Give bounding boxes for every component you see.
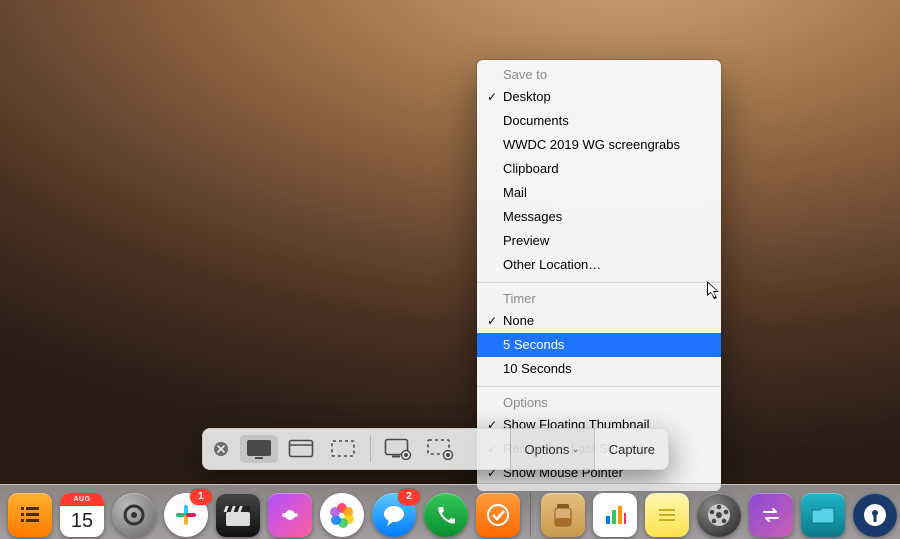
- dock-app-slack[interactable]: 1: [164, 493, 208, 537]
- bar-chart-icon: [602, 502, 628, 528]
- menu-item-preview[interactable]: Preview: [477, 229, 721, 253]
- desktop-wallpaper: Save to ✓Desktop Documents WWDC 2019 WG …: [0, 0, 900, 539]
- menu-section-options: Options: [477, 392, 721, 413]
- screenshot-toolbar: Options⌄ Capture: [202, 428, 669, 470]
- lock-icon: [862, 502, 888, 528]
- capture-window-button[interactable]: [282, 435, 320, 463]
- screen-icon: [246, 439, 272, 459]
- menu-item-mail[interactable]: Mail: [477, 181, 721, 205]
- record-entire-screen-button[interactable]: [379, 435, 417, 463]
- dock-app-permute[interactable]: [749, 493, 793, 537]
- dock-app-calendar[interactable]: AUG15: [60, 493, 104, 537]
- jar-icon: [550, 500, 576, 530]
- capture-entire-screen-button[interactable]: [240, 435, 278, 463]
- badge: 1: [190, 489, 212, 505]
- menu-section-save-to: Save to: [477, 64, 721, 85]
- folder-icon: [809, 503, 837, 527]
- check-icon: [486, 503, 510, 527]
- options-button[interactable]: Options⌄: [510, 428, 594, 470]
- toolbar-separator: [370, 436, 371, 462]
- menu-item-desktop[interactable]: ✓Desktop: [477, 85, 721, 109]
- capture-selection-button[interactable]: [324, 435, 362, 463]
- chevron-down-icon: ⌄: [571, 444, 579, 455]
- clapperboard-icon: [223, 500, 253, 530]
- dock-divider: [530, 493, 531, 537]
- menu-item-timer-10s[interactable]: 10 Seconds: [477, 357, 721, 381]
- close-button[interactable]: [210, 438, 232, 460]
- dock-app-photos[interactable]: [320, 493, 364, 537]
- dock-app-messages[interactable]: 2: [372, 493, 416, 537]
- notes-icon: [654, 502, 680, 528]
- dock-app-quicktime[interactable]: [697, 493, 741, 537]
- dock-app-system-preferences[interactable]: [112, 493, 156, 537]
- calendar-month: AUG: [60, 493, 104, 506]
- swap-icon: [759, 503, 783, 527]
- record-mode-group: [375, 435, 463, 463]
- dock-app-omnioutliner[interactable]: [8, 493, 52, 537]
- dock-app-final-cut[interactable]: [216, 493, 260, 537]
- dock: AUG15 1 2: [0, 481, 900, 537]
- screenshot-options-menu: Save to ✓Desktop Documents WWDC 2019 WG …: [477, 60, 721, 491]
- menu-item-timer-none[interactable]: ✓None: [477, 309, 721, 333]
- checkmark-icon: ✓: [485, 312, 499, 330]
- selection-record-icon: [426, 438, 454, 460]
- dock-app-notes[interactable]: [645, 493, 689, 537]
- selection-icon: [330, 439, 356, 459]
- menu-divider: [477, 282, 721, 283]
- photos-icon: [327, 500, 357, 530]
- dock-app-facetime[interactable]: [424, 493, 468, 537]
- menu-divider: [477, 386, 721, 387]
- menu-item-messages[interactable]: Messages: [477, 205, 721, 229]
- dock-app-transmit[interactable]: [541, 493, 585, 537]
- menu-item-other-location[interactable]: Other Location…: [477, 253, 721, 277]
- checkmark-icon: ✓: [485, 88, 499, 106]
- calendar-day: 15: [60, 506, 104, 537]
- gear-icon: [120, 501, 148, 529]
- menu-section-timer: Timer: [477, 288, 721, 309]
- menu-item-documents[interactable]: Documents: [477, 109, 721, 133]
- menu-item-custom-folder[interactable]: WWDC 2019 WG screengrabs: [477, 133, 721, 157]
- list-icon: [17, 502, 43, 528]
- slack-icon: [172, 501, 200, 529]
- screen-record-icon: [384, 438, 412, 460]
- capture-button[interactable]: Capture: [594, 428, 669, 470]
- record-app-icon: [277, 502, 303, 528]
- reel-icon: [705, 501, 733, 529]
- dock-app-folder[interactable]: [801, 493, 845, 537]
- dock-app-1password[interactable]: [853, 493, 897, 537]
- phone-icon: [434, 503, 458, 527]
- menu-item-clipboard[interactable]: Clipboard: [477, 157, 721, 181]
- close-icon: [213, 441, 229, 457]
- menu-item-timer-5s[interactable]: 5 Seconds: [477, 333, 721, 357]
- window-icon: [288, 439, 314, 459]
- options-label: Options: [525, 442, 570, 457]
- messages-icon: [381, 502, 407, 528]
- badge: 2: [398, 489, 420, 505]
- dock-app-omnifocus[interactable]: [476, 493, 520, 537]
- capture-mode-group: [236, 435, 366, 463]
- capture-label: Capture: [609, 442, 655, 457]
- dock-app-screenflow[interactable]: [268, 493, 312, 537]
- dock-app-numbers[interactable]: [593, 493, 637, 537]
- record-selection-button[interactable]: [421, 435, 459, 463]
